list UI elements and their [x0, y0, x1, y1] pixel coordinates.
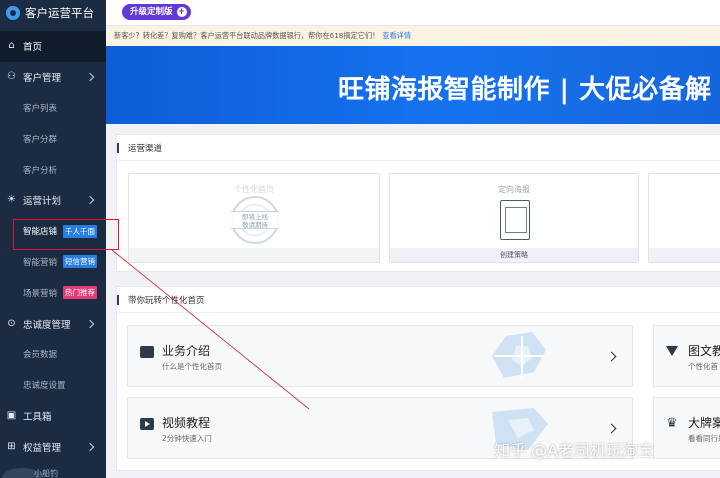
notice-text: 新客少？转化差？复购难？客户运营平台联动品牌数据银行，帮你在618搞定它们！ — [114, 31, 380, 40]
sidebar-item[interactable]: 忠诚度设置 — [0, 370, 106, 401]
banner[interactable]: 旺铺海报智能制作 | 大促必备解 — [106, 46, 720, 124]
tile-business-intro[interactable]: 业务介绍 什么是个性化首页 — [127, 325, 633, 387]
tile-brand-cases[interactable]: ♛ 大牌案 看看同行是 — [653, 397, 720, 459]
tile-title: 视频教程 — [162, 416, 211, 430]
sidebar-item-label: 忠诚度管理 — [23, 319, 71, 331]
sidebar-item[interactable]: ▣ 工具箱 — [0, 401, 106, 432]
channel-personal-home[interactable]: 个性化首页 即将上线 敬请期待 — [128, 173, 380, 263]
notice-link[interactable]: 查看详情 — [382, 31, 411, 40]
tile-subtitle: 看看同行是 — [688, 434, 720, 443]
tile-subtitle: 个性化首 — [688, 362, 718, 371]
sidebar-item[interactable]: 会员数据 — [0, 339, 106, 370]
banner-title: 旺铺海报智能制作 | 大促必备解 — [338, 75, 712, 105]
guide-header: 带你玩转个性化首页 — [117, 287, 720, 313]
channel-label: 个性化首页 — [234, 185, 274, 194]
chevron-right-icon — [606, 351, 617, 362]
users-icon: ⚇ — [7, 71, 16, 83]
sidebar-item[interactable]: ⌂ 首页 — [0, 31, 106, 62]
stamp-line1: 即将上线 — [242, 213, 268, 221]
section-accent-bar — [117, 295, 119, 305]
tile-title: 大牌案 — [688, 416, 720, 430]
chevron-right-icon — [85, 196, 95, 205]
tile-subtitle: 2分钟快速入门 — [162, 434, 212, 443]
channels-title: 运营渠道 — [128, 144, 163, 154]
sidebar-item-label: 会员数据 — [23, 350, 58, 361]
sidebar-item-label: 客户列表 — [23, 103, 58, 114]
sidebar-bottom-text: 小船钓 — [34, 469, 58, 478]
channel-third[interactable] — [648, 173, 720, 263]
annotation-highlight-box — [13, 219, 119, 250]
brand-title: 客户运营平台 — [25, 6, 94, 20]
watermark: 知乎 @A老司机玩淘宝 — [494, 441, 655, 460]
sidebar-item-label: 客户管理 — [23, 73, 62, 85]
sidebar-item[interactable]: 客户列表 — [0, 93, 106, 124]
tile-graphic-tutorial[interactable]: 图文教 个性化首 — [653, 325, 720, 387]
channel-footer — [649, 248, 720, 262]
bulb-icon: ☀ — [7, 194, 16, 206]
triangle-icon — [666, 346, 678, 356]
upgrade-button[interactable]: 升级定制版 + — [122, 4, 191, 20]
sidebar-item-label: 工具箱 — [23, 411, 52, 423]
stamp-text: 即将上线 敬请期待 — [233, 213, 277, 229]
guide-title: 带你玩转个性化首页 — [128, 296, 205, 306]
brand[interactable]: 客户运营平台 — [0, 0, 106, 26]
sidebar-item-label: 权益管理 — [23, 442, 62, 454]
sidebar-item[interactable]: 客户分群 — [0, 123, 106, 154]
toolbox-icon: ▣ — [6, 409, 17, 421]
poster-icon — [500, 200, 530, 240]
sidebar-item[interactable]: ⊞ 权益管理 — [0, 431, 106, 462]
coming-soon-stamp-icon: 即将上线 敬请期待 — [231, 196, 279, 244]
sidebar-item-label: 忠诚度设置 — [23, 381, 66, 392]
tile-title: 图文教 — [688, 344, 720, 358]
sidebar-item-tag: 热门推荐 — [63, 286, 98, 300]
channel-footer — [129, 248, 379, 262]
channel-targeted-poster[interactable]: 定向海报 创建策略 — [389, 173, 639, 263]
tile-subtitle: 什么是个性化首页 — [162, 362, 222, 371]
chevron-right-icon — [85, 319, 95, 328]
sidebar-item-label: 智能营销 — [23, 257, 58, 268]
loyalty-icon: ⊙ — [7, 317, 16, 329]
sidebar-item-label: 客户分析 — [23, 165, 58, 176]
top-bar: 升级定制版 + — [106, 0, 720, 26]
channels-card: 运营渠道 个性化首页 即将上线 敬请期待 定向海报 创建策略 — [116, 134, 720, 272]
play-icon — [140, 418, 154, 430]
home-icon: ⌂ — [8, 40, 15, 52]
channel-label: 定向海报 — [498, 185, 530, 194]
channels-header: 运营渠道 — [117, 135, 720, 161]
sidebar-item-label: 场景营销 — [23, 288, 58, 299]
sidebar-item[interactable]: 客户分析 — [0, 154, 106, 185]
create-strategy-button[interactable]: 创建策略 — [390, 248, 638, 262]
sidebar-item-tag: 短信营销 — [63, 255, 98, 269]
tile-title: 业务介绍 — [162, 344, 211, 358]
chevron-right-icon — [606, 423, 617, 434]
sidebar-item[interactable]: 智能营销 短信营销 — [0, 247, 106, 278]
briefcase-icon — [140, 346, 154, 358]
chevron-right-icon — [85, 72, 95, 82]
sidebar-item[interactable]: ⊙ 忠诚度管理 — [0, 308, 106, 339]
plus-icon: + — [176, 7, 187, 17]
stamp-line2: 敬请期待 — [242, 221, 268, 229]
crown-icon: ♛ — [666, 416, 678, 431]
decorative-graphic-icon — [492, 332, 546, 378]
chevron-right-icon — [85, 442, 95, 451]
sidebar-item-label: 运营计划 — [23, 196, 62, 208]
sidebar-item[interactable]: 场景营销 热门推荐 — [0, 277, 106, 308]
notice-bar: 新客少？转化差？复购难？客户运营平台联动品牌数据银行，帮你在618搞定它们！ 查看… — [106, 26, 720, 46]
sidebar-item[interactable]: ☀ 运营计划 — [0, 185, 106, 216]
sidebar-item-label: 客户分群 — [23, 134, 58, 145]
gift-icon: ⊞ — [7, 440, 16, 452]
upgrade-label: 升级定制版 — [130, 7, 173, 17]
section-accent-bar — [117, 143, 119, 153]
brand-logo-icon — [6, 6, 20, 20]
sidebar-item[interactable]: ⚇ 客户管理 — [0, 62, 106, 93]
sidebar-item-label: 首页 — [23, 42, 43, 54]
